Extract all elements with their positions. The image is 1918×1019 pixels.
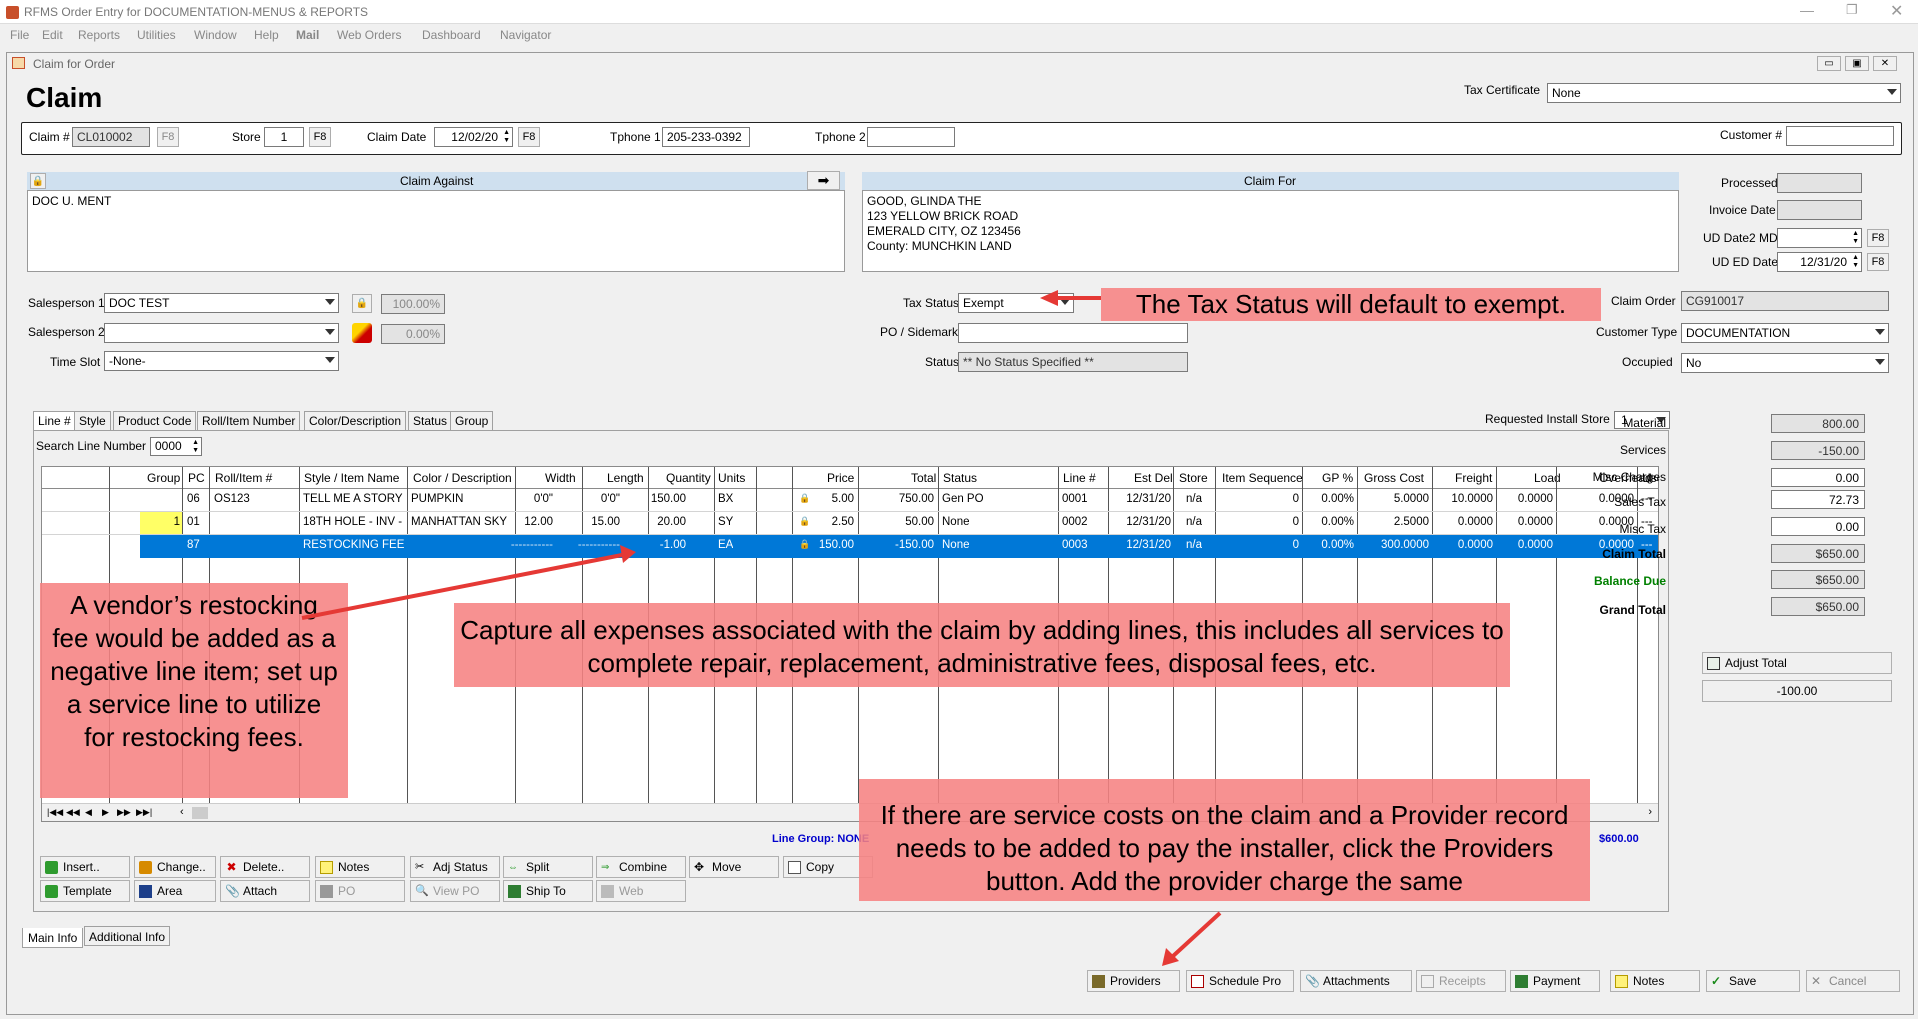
tax-arrow-head (1040, 290, 1058, 306)
annotation-arrows (301, 290, 1222, 966)
providers-arrow (1170, 911, 1222, 959)
restock-arrow (301, 553, 623, 620)
restock-arrow-head (620, 545, 636, 563)
